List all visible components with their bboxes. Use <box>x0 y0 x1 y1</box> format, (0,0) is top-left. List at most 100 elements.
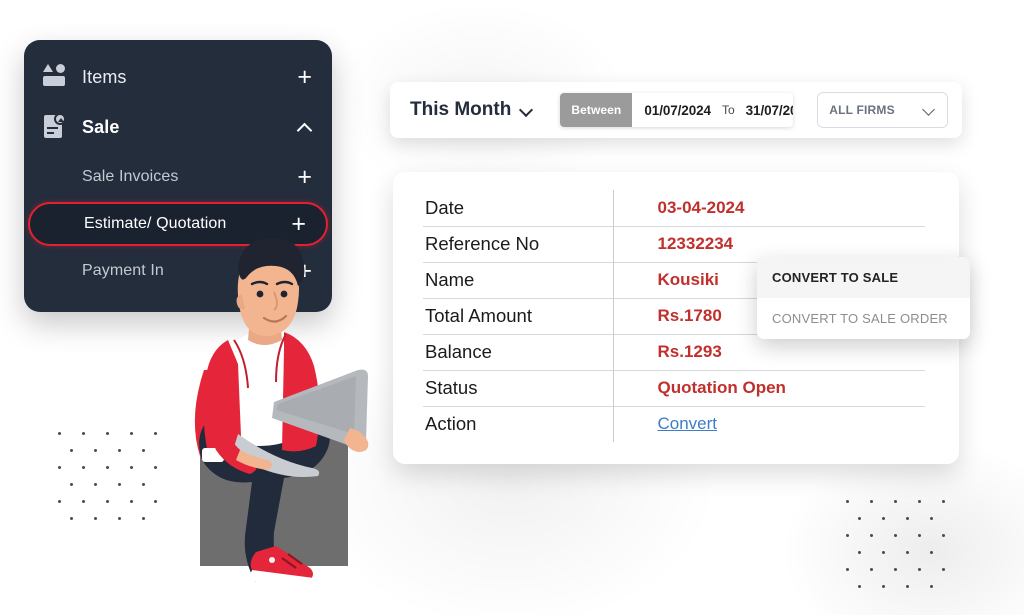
decorative-dot <box>906 551 909 554</box>
detail-row-value: Rs.1293 <box>613 333 925 370</box>
decorative-dot <box>82 500 85 503</box>
filter-toolbar: This Month Between 01/07/2024 To 31/07/2… <box>390 82 962 138</box>
convert-dropdown-menu: CONVERT TO SALE CONVERT TO SALE ORDER <box>757 257 970 339</box>
detail-row-label: Action <box>423 405 614 442</box>
decorative-dot <box>918 534 921 537</box>
firm-select[interactable]: ALL FIRMS <box>817 92 948 128</box>
decorative-dot <box>918 568 921 571</box>
decorative-dot <box>70 483 73 486</box>
decorative-dot <box>82 432 85 435</box>
chevron-up-icon[interactable] <box>298 123 312 132</box>
decorative-dot <box>942 534 945 537</box>
decorative-dot <box>930 517 933 520</box>
dot-grid-decoration-left <box>58 432 178 520</box>
decorative-dot <box>906 517 909 520</box>
laptop-base <box>232 434 320 478</box>
hand-left <box>236 450 272 470</box>
decorative-dot <box>58 500 61 503</box>
decorative-dot <box>94 517 97 520</box>
decorative-dot <box>70 517 73 520</box>
decorative-dot <box>846 534 849 537</box>
period-dropdown[interactable]: This Month <box>410 99 532 121</box>
decorative-dot <box>154 466 157 469</box>
date-fields: 01/07/2024 To 31/07/2024 <box>632 93 794 127</box>
sidebar-item-payment-in[interactable]: Payment In + <box>24 246 332 296</box>
decorative-dot <box>894 534 897 537</box>
decorative-dot <box>106 466 109 469</box>
chevron-down-icon <box>520 104 532 116</box>
table-row: Action Convert <box>423 405 925 442</box>
t-shirt <box>230 330 292 446</box>
sidebar-item-label: Sale Invoices <box>82 168 179 185</box>
decorative-dot <box>858 517 861 520</box>
add-item-plus-icon[interactable]: + <box>297 64 312 90</box>
decorative-dot <box>94 483 97 486</box>
decorative-dot <box>130 466 133 469</box>
sidebar-item-label: Items <box>82 66 127 87</box>
detail-row-value: Quotation Open <box>613 369 925 406</box>
shapes-box-icon <box>42 64 68 90</box>
chevron-down-icon <box>923 104 936 117</box>
jacket-right <box>282 332 320 452</box>
table-row: Status Quotation Open <box>423 369 925 406</box>
shoe-sole <box>250 570 317 582</box>
background-wash <box>780 440 1024 615</box>
menu-item-convert-to-sale-order[interactable]: CONVERT TO SALE ORDER <box>757 298 970 339</box>
jeans <box>199 408 330 582</box>
decorative-dot <box>858 585 861 588</box>
menu-item-convert-to-sale[interactable]: CONVERT TO SALE <box>757 257 970 298</box>
date-from-input[interactable]: 01/07/2024 <box>644 103 711 118</box>
add-payment-in-plus-icon[interactable]: + <box>297 258 312 284</box>
decorative-dot <box>154 500 157 503</box>
decorative-dot <box>130 500 133 503</box>
decorative-dot <box>882 585 885 588</box>
sidebar-item-items[interactable]: Items + <box>24 52 332 102</box>
sidebar-item-estimate-quotation[interactable]: Estimate/ Quotation + <box>28 202 328 246</box>
date-to-input[interactable]: 31/07/2024 <box>746 103 794 118</box>
decorative-dot <box>882 551 885 554</box>
date-range-group: Between 01/07/2024 To 31/07/2024 <box>560 93 794 127</box>
detail-row-label: Date <box>423 190 614 226</box>
decorative-dot <box>942 568 945 571</box>
detail-row-label: Total Amount <box>423 297 614 334</box>
decorative-dot <box>870 500 873 503</box>
decorative-dot <box>894 500 897 503</box>
decorative-dot <box>846 568 849 571</box>
decorative-dot <box>118 449 121 452</box>
decorative-dot <box>82 466 85 469</box>
decorative-dot <box>142 449 145 452</box>
decorative-dot <box>918 500 921 503</box>
decorative-dot <box>58 432 61 435</box>
sidebar-item-sale-invoices[interactable]: Sale Invoices + <box>24 152 332 202</box>
decorative-dot <box>846 500 849 503</box>
add-sale-invoice-plus-icon[interactable]: + <box>297 164 312 190</box>
decorative-dot <box>930 585 933 588</box>
decorative-dot <box>870 534 873 537</box>
add-estimate-plus-icon[interactable]: + <box>291 211 306 237</box>
dot-grid-decoration-right <box>846 500 966 588</box>
decorative-dot <box>858 551 861 554</box>
detail-row-value: 03-04-2024 <box>657 197 745 217</box>
sidebar-item-sale[interactable]: Sale <box>24 102 332 152</box>
detail-row-label: Reference No <box>423 225 614 262</box>
jacket-left <box>203 340 242 461</box>
convert-link[interactable]: Convert <box>613 405 925 442</box>
laptop-screen <box>272 369 368 449</box>
between-badge[interactable]: Between <box>560 93 633 127</box>
hand-right <box>344 428 369 452</box>
decorative-dot <box>906 585 909 588</box>
sidebar-item-label: Sale <box>82 116 120 137</box>
detail-row-label: Balance <box>423 333 614 370</box>
decorative-dot <box>894 568 897 571</box>
table-row: Balance Rs.1293 <box>423 333 925 370</box>
decorative-dot <box>154 432 157 435</box>
decorative-dot <box>118 517 121 520</box>
firm-select-label: ALL FIRMS <box>829 103 895 117</box>
decorative-dot <box>70 449 73 452</box>
decorative-dot <box>882 517 885 520</box>
decorative-dot <box>130 432 133 435</box>
table-row: Date 03-04-2024 <box>423 190 925 226</box>
sidebar-item-label: Estimate/ Quotation <box>84 215 227 232</box>
decorative-dot <box>118 483 121 486</box>
decorative-dot <box>942 500 945 503</box>
